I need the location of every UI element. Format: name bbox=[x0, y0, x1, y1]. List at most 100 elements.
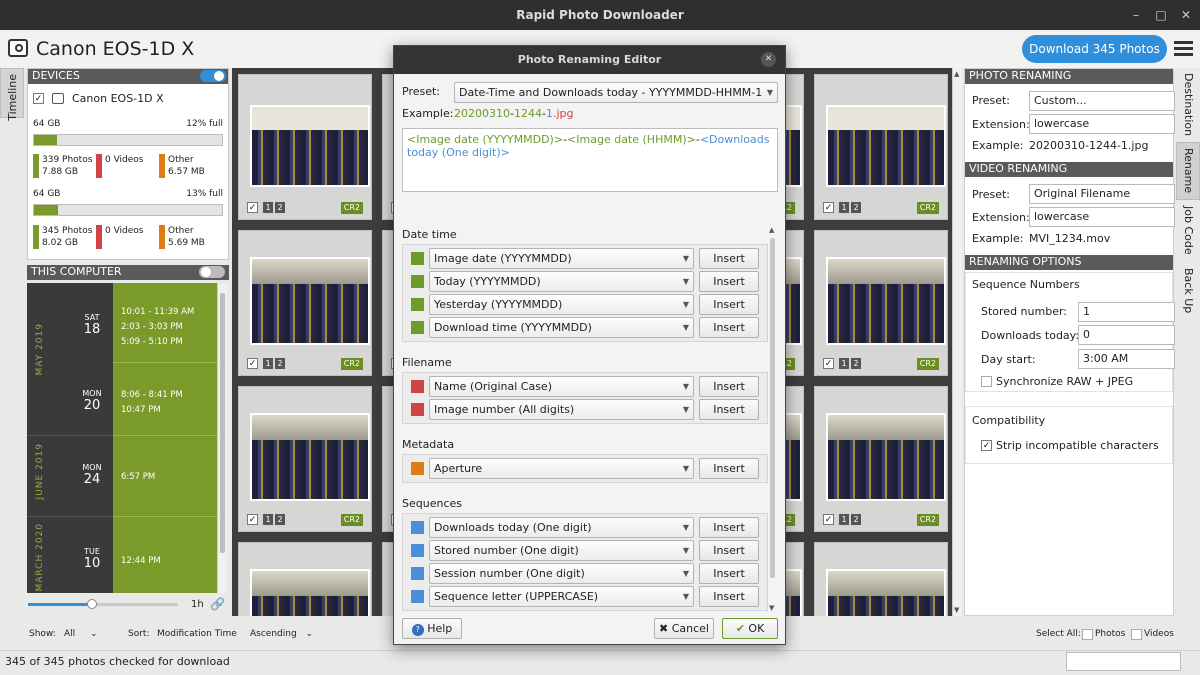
tab-timeline[interactable]: Timeline bbox=[0, 68, 24, 121]
preset-select[interactable]: Date-Time and Downloads today - YYYYMMDD… bbox=[454, 82, 778, 103]
video-extension-label: Extension: bbox=[972, 211, 1030, 224]
option-select[interactable]: Yesterday (YYYYMMDD) ▼ bbox=[429, 294, 694, 315]
insert-button[interactable]: Insert bbox=[699, 563, 759, 584]
thumbnail-cell[interactable]: ✓ 12 CR2 bbox=[814, 74, 948, 220]
select-all-videos-checkbox[interactable] bbox=[1131, 629, 1142, 640]
timeline-times[interactable]: 10:01 - 11:39 AM 2:03 - 3:03 PM 5:09 - 5… bbox=[121, 305, 194, 350]
ok-button[interactable]: ✔ OK bbox=[722, 618, 778, 639]
photo-extension-select[interactable]: lowercase bbox=[1029, 114, 1175, 134]
close-icon[interactable]: ✕ bbox=[1180, 9, 1192, 21]
timeline-times[interactable]: 8:06 - 8:41 PM 10:47 PM bbox=[121, 388, 183, 418]
insert-button[interactable]: Insert bbox=[699, 458, 759, 479]
tab-destination[interactable]: Destination bbox=[1176, 68, 1200, 140]
dialog-close-icon[interactable]: ✕ bbox=[761, 52, 776, 67]
file-type-badge: CR2 bbox=[340, 202, 363, 214]
grid-scrollbar[interactable]: ▲ ▼ bbox=[952, 68, 962, 616]
insert-button[interactable]: Insert bbox=[699, 271, 759, 292]
video-example-value: MVI_1234.mov bbox=[1029, 232, 1111, 245]
sort-select[interactable]: Modification Time bbox=[157, 629, 237, 639]
group-color-swatch bbox=[411, 462, 424, 475]
devices-toggle[interactable] bbox=[200, 70, 226, 82]
thumbnail-checkbox[interactable]: ✓ bbox=[247, 202, 258, 213]
option-select[interactable]: Aperture ▼ bbox=[429, 458, 694, 479]
tab-rename[interactable]: Rename bbox=[1176, 142, 1200, 200]
option-select[interactable]: Downloads today (One digit) ▼ bbox=[429, 517, 694, 538]
rename-editor-textarea[interactable]: <Image date (YYYYMMDD)>-<Image date (HHM… bbox=[402, 128, 778, 192]
download-button[interactable]: Download 345 Photos bbox=[1022, 35, 1167, 63]
thumbnail-checkbox[interactable]: ✓ bbox=[247, 514, 258, 525]
photo-preset-select[interactable]: Custom... bbox=[1029, 91, 1175, 111]
insert-button[interactable]: Insert bbox=[699, 399, 759, 420]
downloads-today-input[interactable]: 0 bbox=[1078, 325, 1175, 345]
sync-raw-jpeg-checkbox[interactable] bbox=[981, 376, 992, 387]
thumbnail-cell[interactable]: ✓ 12 CR2 bbox=[238, 74, 372, 220]
video-example-label: Example: bbox=[972, 232, 1024, 245]
tab-job-code[interactable]: Job Code bbox=[1176, 202, 1200, 262]
slider-handle[interactable] bbox=[87, 599, 97, 609]
insert-button[interactable]: Insert bbox=[699, 376, 759, 397]
insert-button[interactable]: Insert bbox=[699, 317, 759, 338]
tab-back-up[interactable]: Back Up bbox=[1176, 264, 1200, 316]
photos-swatch bbox=[33, 154, 39, 178]
thumbnail-checkbox[interactable]: ✓ bbox=[823, 202, 834, 213]
videos-swatch bbox=[96, 154, 102, 178]
option-select[interactable]: Stored number (One digit) ▼ bbox=[429, 540, 694, 561]
option-select[interactable]: Name (Original Case) ▼ bbox=[429, 376, 694, 397]
order-select[interactable]: Ascending ⌄ bbox=[250, 629, 313, 639]
insert-button[interactable]: Insert bbox=[699, 294, 759, 315]
thumbnail-cell[interactable]: ✓ 12 CR2 bbox=[238, 386, 372, 532]
option-select[interactable]: Download time (YYYYMMDD) ▼ bbox=[429, 317, 694, 338]
timeline-zoom-slider[interactable] bbox=[28, 599, 178, 609]
timeline-day[interactable]: TUE 10 bbox=[77, 547, 107, 571]
stored-number-input[interactable]: 1 bbox=[1078, 302, 1175, 322]
thumbnail-cell[interactable]: ✓ 12 CR2 bbox=[814, 230, 948, 376]
select-all-photos-checkbox[interactable] bbox=[1082, 629, 1093, 640]
thumbnail-checkbox[interactable]: ✓ bbox=[823, 514, 834, 525]
timeline-scrollbar[interactable] bbox=[217, 283, 227, 593]
dialog-scrollbar[interactable]: ▲ ▼ bbox=[768, 226, 778, 612]
group-color-swatch bbox=[411, 298, 424, 311]
hamburger-menu-icon[interactable] bbox=[1174, 40, 1194, 58]
device-checkbox[interactable]: ✓ bbox=[33, 93, 44, 104]
video-preset-select[interactable]: Original Filename bbox=[1029, 184, 1175, 204]
option-select[interactable]: Sequence letter (UPPERCASE) ▼ bbox=[429, 586, 694, 607]
thumbnail-cell[interactable] bbox=[814, 542, 948, 616]
preset-label: Preset: bbox=[402, 85, 441, 98]
this-computer-toggle[interactable] bbox=[199, 266, 225, 278]
show-label: Show: bbox=[29, 629, 56, 639]
option-value: Today (YYYYMMDD) bbox=[434, 275, 541, 288]
timeline-day[interactable]: MON 20 bbox=[77, 389, 107, 413]
thumbnail-cell[interactable]: ✓ 12 CR2 bbox=[238, 230, 372, 376]
timeline-times[interactable]: 6:57 PM bbox=[121, 470, 155, 485]
insert-button[interactable]: Insert bbox=[699, 517, 759, 538]
link-icon[interactable]: 🔗 bbox=[210, 597, 225, 611]
show-select[interactable]: All ⌄ bbox=[64, 629, 98, 639]
thumbnail-checkbox[interactable]: ✓ bbox=[823, 358, 834, 369]
video-preset-label: Preset: bbox=[972, 188, 1011, 201]
thumbnail-cell[interactable]: ✓ 12 CR2 bbox=[814, 386, 948, 532]
help-button[interactable]: ? Help bbox=[402, 618, 462, 639]
check-icon: ✔ bbox=[735, 622, 745, 635]
option-select[interactable]: Today (YYYYMMDD) ▼ bbox=[429, 271, 694, 292]
timeline-day[interactable]: SAT 18 bbox=[77, 313, 107, 337]
minimize-icon[interactable]: – bbox=[1130, 9, 1142, 21]
video-extension-select[interactable]: lowercase bbox=[1029, 207, 1175, 227]
insert-button[interactable]: Insert bbox=[699, 586, 759, 607]
dropdown-arrow-icon: ▼ bbox=[682, 382, 689, 391]
option-select[interactable]: Image number (All digits) ▼ bbox=[429, 399, 694, 420]
option-select[interactable]: Image date (YYYYMMDD) ▼ bbox=[429, 248, 694, 269]
thumbnail-cell[interactable] bbox=[238, 542, 372, 616]
day-start-input[interactable]: 3:00 AM bbox=[1078, 349, 1175, 369]
timeline-day[interactable]: MON 24 bbox=[77, 463, 107, 487]
photo-thumbnail bbox=[826, 413, 946, 501]
select-all-label: Select All: bbox=[1036, 629, 1081, 639]
strip-characters-checkbox[interactable]: ✓ bbox=[981, 440, 992, 451]
cancel-button[interactable]: ✖ Cancel bbox=[654, 618, 714, 639]
timeline-times[interactable]: 12:44 PM bbox=[121, 554, 161, 569]
tab-timeline-label: Timeline bbox=[6, 74, 19, 121]
option-select[interactable]: Session number (One digit) ▼ bbox=[429, 563, 694, 584]
insert-button[interactable]: Insert bbox=[699, 248, 759, 269]
thumbnail-checkbox[interactable]: ✓ bbox=[247, 358, 258, 369]
insert-button[interactable]: Insert bbox=[699, 540, 759, 561]
maximize-icon[interactable]: □ bbox=[1155, 9, 1167, 21]
